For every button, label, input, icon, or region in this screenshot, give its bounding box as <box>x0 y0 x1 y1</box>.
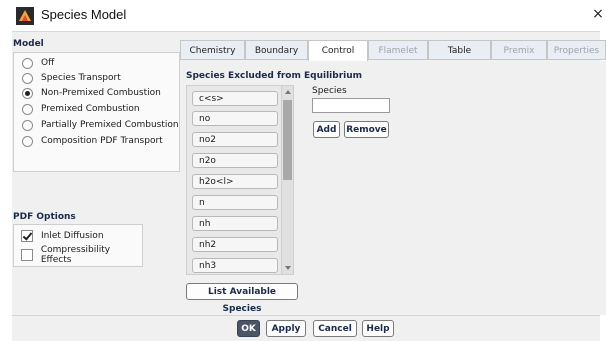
tab-control[interactable]: Control <box>308 40 368 62</box>
radio-label: Off <box>41 58 55 68</box>
tab-flamelet[interactable]: Flamelet <box>368 40 428 60</box>
radio-non-premixed-combustion[interactable]: Non-Premixed Combustion <box>22 86 161 100</box>
ok-button[interactable]: OK <box>237 320 260 337</box>
scroll-up-icon[interactable] <box>285 90 291 94</box>
radio-button[interactable] <box>22 103 33 115</box>
checkbox[interactable] <box>21 230 33 242</box>
list-item[interactable]: n <box>192 195 278 210</box>
apply-button[interactable]: Apply <box>266 320 306 337</box>
tab-premix[interactable]: Premix <box>491 40 547 60</box>
checkbox[interactable] <box>21 249 33 261</box>
species-excluded-list[interactable]: c<s> no no2 n2o h2o<l> n nh nh2 nh3 <box>186 85 294 275</box>
radio-premixed-combustion[interactable]: Premixed Combustion <box>22 102 140 116</box>
radio-label: Partially Premixed Combustion <box>41 120 179 130</box>
radio-button-selected[interactable] <box>22 87 33 99</box>
add-button[interactable]: Add <box>313 121 340 138</box>
list-item[interactable]: nh <box>192 216 278 231</box>
remove-button[interactable]: Remove <box>344 121 389 138</box>
list-scrollbar[interactable] <box>281 86 293 274</box>
pdf-options-heading: PDF Options <box>13 212 76 222</box>
compressibility-effects-checkbox[interactable]: Compressibility Effects <box>21 245 142 265</box>
list-available-species-button[interactable]: List Available Species <box>186 283 298 314</box>
help-button[interactable]: Help <box>362 320 394 337</box>
window-title: Species Model <box>41 7 127 22</box>
fluent-app-icon <box>16 7 34 25</box>
tab-chemistry[interactable]: Chemistry <box>180 40 245 60</box>
cancel-button[interactable]: Cancel <box>313 320 357 337</box>
list-item[interactable]: no2 <box>192 132 278 147</box>
radio-label: Species Transport <box>41 73 121 83</box>
radio-button[interactable] <box>22 57 33 69</box>
species-excluded-heading: Species Excluded from Equilibrium <box>186 71 362 81</box>
model-panel: Off Species Transport Non-Premixed Combu… <box>13 52 180 172</box>
pdf-options-panel: Inlet Diffusion Compressibility Effects <box>13 224 143 267</box>
radio-label: Premixed Combustion <box>41 104 140 114</box>
radio-off[interactable]: Off <box>22 56 54 70</box>
close-icon[interactable]: × <box>592 6 604 22</box>
scrollbar-thumb[interactable] <box>283 100 292 180</box>
radio-composition-pdf-transport[interactable]: Composition PDF Transport <box>22 134 163 148</box>
list-item[interactable]: h2o<l> <box>192 174 278 189</box>
tab-table[interactable]: Table <box>428 40 491 60</box>
radio-partially-premixed-combustion[interactable]: Partially Premixed Combustion <box>22 118 179 132</box>
radio-button[interactable] <box>22 72 33 84</box>
radio-button[interactable] <box>22 119 33 131</box>
radio-button[interactable] <box>22 135 33 147</box>
checkbox-label: Compressibility Effects <box>40 245 111 265</box>
species-model-dialog: Species Model × Model Off Species Transp… <box>0 0 606 341</box>
tab-properties[interactable]: Properties <box>547 40 606 60</box>
list-item[interactable]: c<s> <box>192 91 278 106</box>
footer-divider <box>12 315 600 316</box>
checkbox-label: Inlet Diffusion <box>41 231 104 241</box>
species-label: Species <box>312 86 347 96</box>
radio-label: Non-Premixed Combustion <box>41 88 161 98</box>
scroll-down-icon[interactable] <box>285 266 291 270</box>
radio-species-transport[interactable]: Species Transport <box>22 71 121 85</box>
left-border <box>0 31 12 341</box>
inlet-diffusion-checkbox[interactable]: Inlet Diffusion <box>21 229 104 243</box>
species-input[interactable] <box>312 98 390 113</box>
title-bar: Species Model × <box>0 0 606 32</box>
radio-label: Composition PDF Transport <box>41 136 163 146</box>
tab-boundary[interactable]: Boundary <box>245 40 308 60</box>
list-item[interactable]: nh3 <box>192 258 278 273</box>
model-heading: Model <box>13 39 44 49</box>
list-item[interactable]: n2o <box>192 153 278 168</box>
list-item[interactable]: nh2 <box>192 237 278 252</box>
list-item[interactable]: no <box>192 111 278 126</box>
